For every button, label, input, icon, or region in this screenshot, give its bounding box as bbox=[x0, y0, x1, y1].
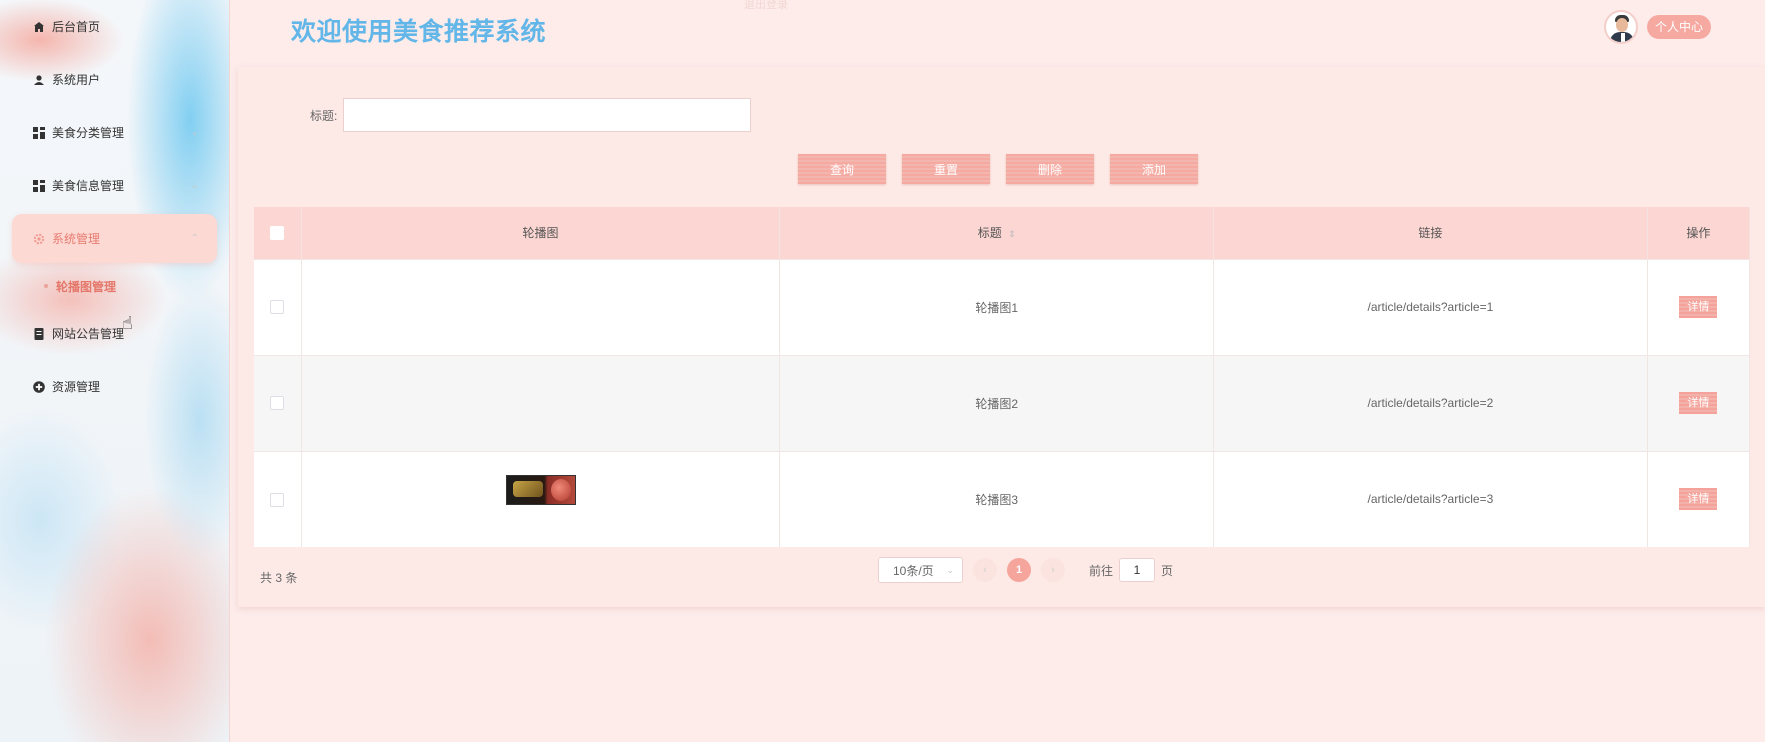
sidebar-item-label: 后台首页 bbox=[52, 20, 101, 34]
avatar[interactable] bbox=[1604, 10, 1638, 44]
sidebar-item-label: 网站公告管理 bbox=[52, 327, 125, 341]
gear-icon bbox=[32, 232, 46, 246]
link-cell: /article/details?article=2 bbox=[1213, 354, 1648, 451]
bullet-dot bbox=[44, 284, 48, 288]
title-search-input[interactable] bbox=[343, 98, 752, 132]
detail-button[interactable]: 详情 bbox=[1679, 488, 1718, 511]
column-header-title-label: 标题 bbox=[977, 226, 1002, 241]
grid-icon bbox=[32, 126, 46, 140]
column-header-image: 轮播图 bbox=[301, 207, 781, 259]
title-cell: 轮播图2 bbox=[779, 354, 1215, 451]
goto-page-input[interactable] bbox=[1119, 558, 1156, 582]
search-label: 标题: bbox=[310, 108, 338, 123]
column-header-link: 链接 bbox=[1213, 207, 1648, 259]
sidebar-item-label: 美食信息管理 bbox=[52, 179, 125, 193]
avatar-tie bbox=[1621, 33, 1625, 42]
table-row: 轮播图3 /article/details?article=3 详情 bbox=[254, 450, 1751, 547]
image-cell bbox=[301, 450, 781, 547]
pagination: 10条/页 ⌄ ‹ 1 › 前往 页 bbox=[878, 557, 1173, 583]
table-row: 轮播图2 /article/details?article=2 详情 bbox=[254, 354, 1751, 451]
row-checkbox[interactable] bbox=[270, 492, 285, 507]
add-button[interactable]: 添加 bbox=[1110, 154, 1198, 184]
prev-page-button[interactable]: ‹ bbox=[973, 558, 997, 582]
detail-button[interactable]: 详情 bbox=[1679, 296, 1718, 318]
total-count: 共 3 条 bbox=[260, 571, 298, 585]
user-icon bbox=[32, 73, 46, 87]
title-cell: 轮播图3 bbox=[779, 450, 1215, 547]
row-select-cell bbox=[254, 354, 302, 451]
row-checkbox[interactable] bbox=[270, 300, 285, 315]
current-page-button[interactable]: 1 bbox=[1007, 558, 1031, 582]
table-row: 轮播图1 /article/details?article=1 详情 bbox=[254, 258, 1751, 355]
chevron-right-icon: › bbox=[1051, 564, 1055, 576]
sidebar-item-resources[interactable]: 资源管理 bbox=[0, 360, 229, 413]
hand-pointer-cursor-icon: ☝ bbox=[122, 313, 133, 333]
actions-cell: 详情 bbox=[1647, 450, 1751, 547]
grid-icon bbox=[32, 179, 46, 193]
data-table: 轮播图 标题 ⇕ 链接 操作 轮播图1 /article/details?art… bbox=[254, 207, 1751, 547]
top-header: 欢迎使用美食推荐系统 退出登录 个人中心 bbox=[231, 0, 1765, 58]
avatar-head bbox=[1616, 18, 1628, 32]
actions-cell: 详情 bbox=[1647, 258, 1751, 355]
submenu-item-label: 轮播图管理 bbox=[56, 279, 117, 294]
chevron-down-icon: ⌄ bbox=[190, 127, 199, 138]
next-page-button[interactable]: › bbox=[1041, 558, 1065, 582]
sidebar-item-home[interactable]: 后台首页 bbox=[0, 0, 229, 53]
reset-button[interactable]: 重置 bbox=[902, 154, 990, 184]
thumbnail-food-graphic bbox=[550, 478, 571, 501]
faint-notice: 退出登录 bbox=[744, 0, 788, 11]
main-panel: 标题: 查询 重置 删除 添加 轮播图 标题 ⇕ 链接 操作 轮播图1 /art… bbox=[238, 67, 1765, 607]
food-thumbnail-image bbox=[505, 474, 576, 505]
sidebar-item-label: 系统管理 bbox=[52, 232, 101, 246]
sidebar-item-food-info[interactable]: 美食信息管理 ⌄ bbox=[0, 159, 229, 212]
page-title: 欢迎使用美食推荐系统 bbox=[291, 18, 547, 46]
delete-button[interactable]: 删除 bbox=[1006, 154, 1094, 184]
sidebar-item-label: 资源管理 bbox=[52, 380, 101, 394]
row-select-cell bbox=[254, 450, 302, 547]
column-header-actions: 操作 bbox=[1647, 207, 1751, 259]
link-cell: /article/details?article=3 bbox=[1213, 450, 1648, 547]
sidebar-item-system[interactable]: 系统管理 ⌃ bbox=[12, 214, 217, 263]
image-cell bbox=[301, 258, 781, 355]
goto-label: 前往 bbox=[1089, 563, 1114, 578]
chevron-down-icon: ⌄ bbox=[190, 180, 199, 191]
chevron-left-icon: ‹ bbox=[983, 564, 987, 576]
table-header-row: 轮播图 标题 ⇕ 链接 操作 bbox=[254, 207, 1751, 259]
sidebar-item-announcements[interactable]: 网站公告管理 bbox=[0, 307, 229, 360]
profile-center-button[interactable]: 个人中心 bbox=[1647, 15, 1712, 39]
sidebar-item-food-category[interactable]: 美食分类管理 ⌄ bbox=[0, 106, 229, 159]
chevron-down-icon: ⌄ bbox=[946, 564, 954, 575]
sidebar-menu: 后台首页 系统用户 美食分类管理 ⌄ 美食信息管理 ⌄ 系统管理 ⌃ 轮播图管理… bbox=[0, 0, 229, 413]
home-icon bbox=[32, 20, 46, 34]
chevron-up-icon: ⌃ bbox=[190, 233, 199, 244]
title-cell: 轮播图1 bbox=[779, 258, 1215, 355]
image-cell bbox=[301, 354, 781, 451]
sidebar-item-label: 美食分类管理 bbox=[52, 126, 125, 140]
plus-circle-icon bbox=[32, 380, 46, 394]
query-button[interactable]: 查询 bbox=[798, 154, 886, 184]
sidebar-item-label: 系统用户 bbox=[52, 73, 101, 87]
page-size-value: 10条/页 bbox=[893, 563, 934, 578]
sort-icon[interactable]: ⇕ bbox=[1008, 229, 1016, 239]
search-form: 标题: bbox=[310, 98, 752, 132]
select-all-checkbox[interactable] bbox=[270, 226, 285, 241]
page-size-select[interactable]: 10条/页 ⌄ bbox=[878, 557, 963, 583]
detail-button[interactable]: 详情 bbox=[1679, 392, 1718, 414]
actions-cell: 详情 bbox=[1647, 354, 1751, 451]
thumbnail-text-graphic bbox=[512, 480, 543, 497]
select-all-cell bbox=[254, 207, 302, 259]
document-icon bbox=[32, 327, 46, 341]
app-root: 后台首页 系统用户 美食分类管理 ⌄ 美食信息管理 ⌄ 系统管理 ⌃ 轮播图管理… bbox=[0, 0, 1765, 742]
sidebar-item-users[interactable]: 系统用户 bbox=[0, 53, 229, 106]
column-header-title[interactable]: 标题 ⇕ bbox=[779, 207, 1215, 259]
row-select-cell bbox=[254, 258, 302, 355]
submenu-item-carousel[interactable]: 轮播图管理 bbox=[0, 265, 229, 307]
page-unit-label: 页 bbox=[1161, 563, 1174, 578]
link-cell: /article/details?article=1 bbox=[1213, 258, 1648, 355]
sidebar: 后台首页 系统用户 美食分类管理 ⌄ 美食信息管理 ⌄ 系统管理 ⌃ 轮播图管理… bbox=[0, 0, 230, 742]
row-checkbox[interactable] bbox=[270, 396, 285, 411]
toolbar: 查询 重置 删除 添加 bbox=[798, 154, 1198, 184]
